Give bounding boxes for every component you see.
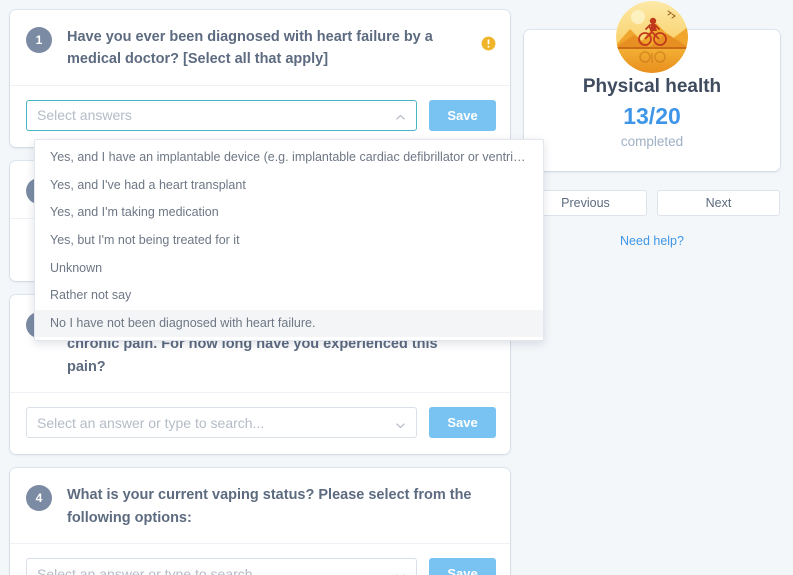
save-button-3[interactable]: Save [429,407,496,439]
next-button[interactable]: Next [657,189,780,216]
answer-select-placeholder-3: Select an answer or type to search... [37,414,265,431]
survey-page: 1 Have you ever been diagnosed with hear… [0,0,793,575]
cyclist-avatar-icon [616,1,688,73]
dropdown-option[interactable]: Yes, but I'm not being treated for it [35,227,543,255]
save-button-1[interactable]: Save [429,99,496,131]
dropdown-option[interactable]: Unknown [35,255,543,283]
chevron-up-icon[interactable] [395,110,406,121]
answer-select-1[interactable]: Select answers [26,99,417,131]
chevron-down-icon[interactable] [395,569,406,575]
dropdown-option[interactable]: No I have not been diagnosed with heart … [35,309,543,338]
progress-score: 13/20 [623,103,681,129]
question-text-4: What is your current vaping status? Plea… [67,487,472,526]
answer-select-4[interactable]: Select an answer or type to search... [26,558,417,575]
answer-select-3[interactable]: Select an answer or type to search... [26,407,417,439]
progress-card: Physical health 13/20 completed [524,1,780,171]
answer-options-dropdown[interactable]: Yes, and I have an implantable device (e… [34,139,544,342]
dropdown-option[interactable]: Yes, and I have an implantable device (e… [35,144,543,172]
dropdown-option[interactable]: Yes, and I've had a heart transplant [35,172,543,200]
question-header-4: 4 What is your current vaping status? Pl… [10,468,510,545]
question-body-4: Select an answer or type to search... Sa… [10,544,510,575]
question-header-1: 1 Have you ever been diagnosed with hear… [10,10,510,86]
warning-icon [481,36,496,51]
question-card-1: 1 Have you ever been diagnosed with hear… [10,10,510,147]
question-card-4: 4 What is your current vaping status? Pl… [10,468,510,575]
question-number-badge-4: 4 [26,485,52,512]
save-button-4[interactable]: Save [429,558,496,575]
progress-subtitle: completed [620,133,684,149]
dropdown-option[interactable]: Rather not say [35,282,543,310]
need-help-link[interactable]: Need help? [524,234,780,248]
dropdown-option[interactable]: Yes, and I'm taking medication [35,199,543,227]
question-body-1: Select answers Save [10,86,510,147]
panel-title: Physical health [582,76,722,97]
chevron-down-icon[interactable] [395,418,406,429]
answer-select-placeholder-4: Select an answer or type to search... [37,565,265,575]
navigation-buttons: Previous Next [524,189,780,216]
question-text-1: Have you ever been diagnosed with heart … [67,29,433,68]
question-number-badge-1: 1 [26,27,52,53]
progress-panel: Physical health 13/20 completed Previous… [524,1,780,248]
question-body-3: Select an answer or type to search... Sa… [10,393,510,454]
answer-select-placeholder-1: Select answers [37,107,132,124]
